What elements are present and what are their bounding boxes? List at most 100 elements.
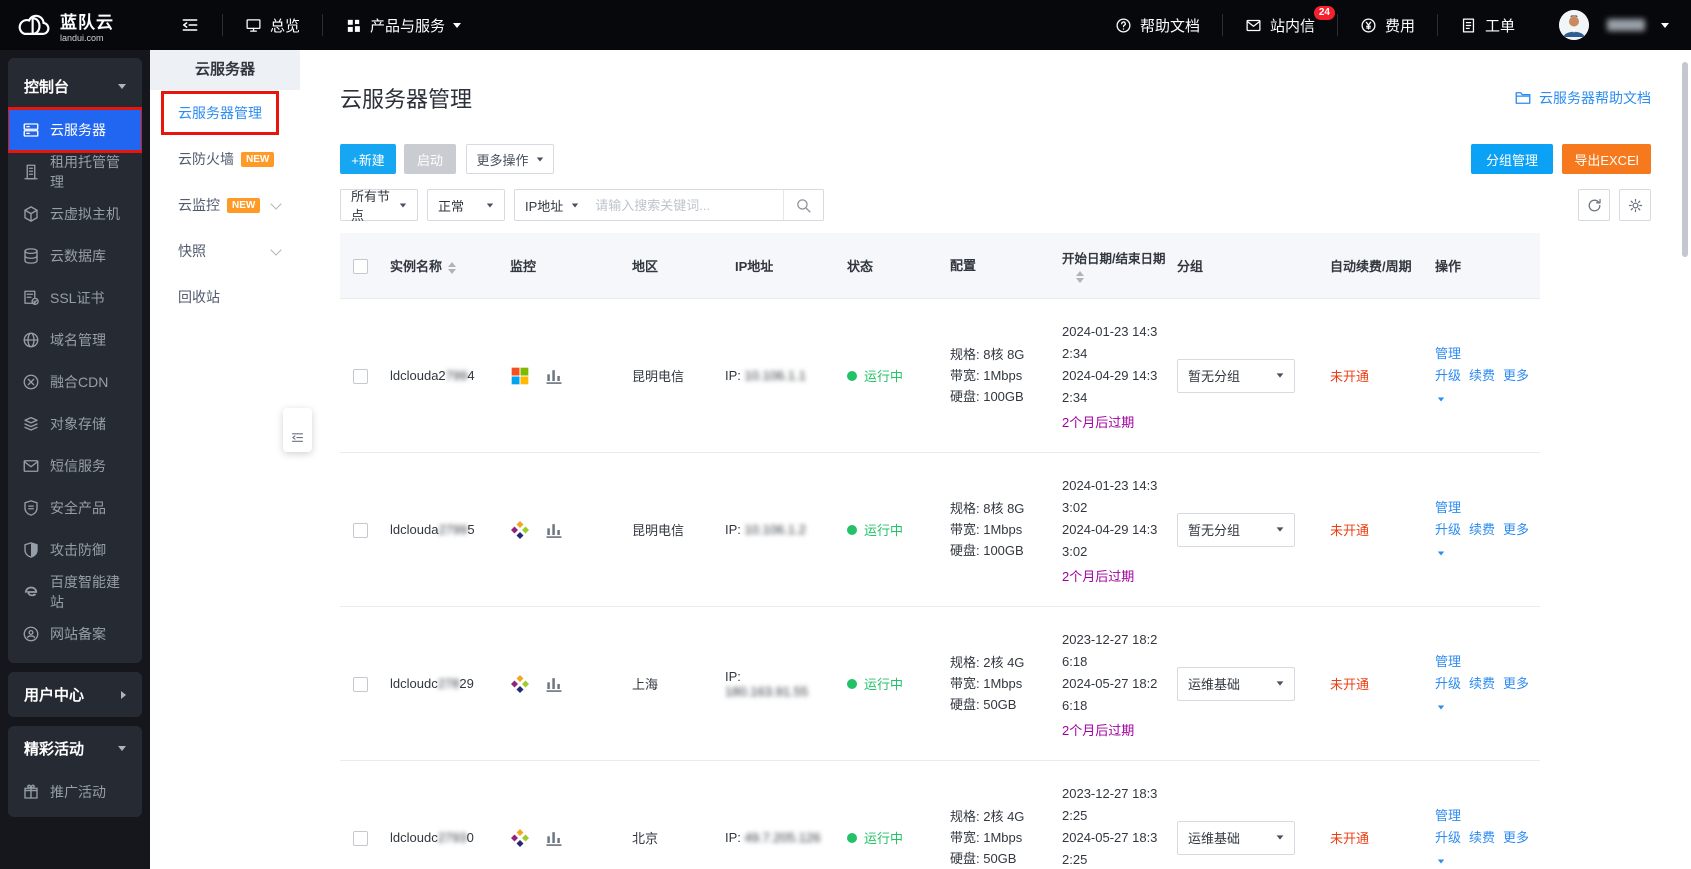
ip-address: IP: 10.106.1.2: [725, 522, 806, 537]
upgrade-link[interactable]: 升级: [1435, 522, 1461, 537]
nav-overview[interactable]: 总览: [223, 0, 322, 50]
expire-note: 2个月后过期: [1062, 722, 1135, 738]
brand-logo[interactable]: 蓝队云 landui.com: [16, 8, 158, 43]
manage-link[interactable]: 管理: [1435, 654, 1461, 669]
sidebar-activities-header[interactable]: 精彩活动: [8, 726, 142, 771]
row-checkbox[interactable]: [353, 368, 368, 384]
layers-icon: [22, 415, 40, 433]
sidebar-item-cube[interactable]: 云虚拟主机: [8, 193, 142, 235]
more-actions-button[interactable]: 更多操作: [466, 144, 554, 174]
sidebar-item-globe[interactable]: 域名管理: [8, 319, 142, 361]
refresh-button[interactable]: [1578, 189, 1610, 221]
user-menu[interactable]: [1537, 0, 1669, 50]
grid-icon: [345, 17, 362, 34]
mail-icon: [22, 457, 40, 475]
hosting-icon: [22, 163, 40, 181]
monitor-chart-icon[interactable]: [544, 674, 564, 694]
scrollbar-thumb[interactable]: [1682, 62, 1688, 257]
upgrade-link[interactable]: 升级: [1435, 368, 1461, 383]
sidebar-item-record[interactable]: 网站备案: [8, 613, 142, 655]
column-settings-button[interactable]: [1619, 189, 1651, 221]
sidebar-item-server[interactable]: 云服务器: [8, 107, 142, 153]
sort-date-icon[interactable]: [1076, 271, 1084, 283]
upgrade-link[interactable]: 升级: [1435, 830, 1461, 845]
renew-link[interactable]: 续费: [1469, 830, 1495, 845]
search-input[interactable]: [589, 191, 783, 219]
billing[interactable]: 费用: [1338, 0, 1437, 50]
sidebar-item-promotion[interactable]: 推广活动: [8, 771, 142, 813]
submenu-item-4[interactable]: 回收站: [150, 274, 300, 320]
row-checkbox[interactable]: [353, 830, 368, 846]
monitor-chart-icon[interactable]: [544, 366, 564, 386]
sidebar-console-header[interactable]: 控制台: [8, 62, 142, 109]
status-filter-select[interactable]: 正常: [427, 189, 505, 221]
renew-link[interactable]: 续费: [1469, 368, 1495, 383]
sidebar-item-user-center[interactable]: 用户中心: [8, 672, 142, 717]
avatar: [1559, 10, 1589, 40]
config: 规格: 8核 8G 带宽: 1Mbps 硬盘: 100GB: [950, 501, 1025, 558]
col-header-group: 分组: [1177, 259, 1204, 274]
sort-name-icon[interactable]: [448, 261, 457, 274]
start-button[interactable]: 启动: [404, 144, 456, 174]
search-type-select[interactable]: IP地址: [515, 196, 589, 215]
ip-address: IP: 10.106.1.1: [725, 368, 806, 383]
tickets-label: 工单: [1484, 17, 1515, 35]
submenu-item-label: 回收站: [178, 289, 220, 305]
sidebar-item-ssl[interactable]: SSL证书: [8, 277, 142, 319]
monitor-chart-icon[interactable]: [544, 828, 564, 848]
submenu-collapse-tab[interactable]: [283, 408, 312, 452]
group-select[interactable]: 运维基础: [1177, 666, 1295, 701]
col-header-name: 实例名称: [380, 256, 495, 275]
messages[interactable]: 站内信 24: [1223, 0, 1337, 50]
status-label: 运行中: [864, 677, 904, 692]
main-content: 云服务器管理 云服务器帮助文档 +新建 启动 更多操作 分组管理 导出EXCEl…: [300, 50, 1691, 869]
sidebar-item-shield-half[interactable]: 攻击防御: [8, 529, 142, 571]
sidebar-collapse-icon[interactable]: [180, 15, 200, 35]
select-all-checkbox[interactable]: [353, 258, 368, 274]
upgrade-link[interactable]: 升级: [1435, 676, 1461, 691]
group-select[interactable]: 运维基础: [1177, 820, 1295, 855]
node-filter-select[interactable]: 所有节点: [340, 189, 418, 223]
folder-icon: [1514, 89, 1532, 107]
cloud-console-app: 蓝队云 landui.com 总览 产品与服务 帮助文档 站内信 24 费用 工…: [0, 0, 1691, 869]
group-select[interactable]: 暂无分组: [1177, 358, 1295, 393]
manage-link[interactable]: 管理: [1435, 808, 1461, 823]
col-header-config: 配置: [950, 258, 977, 273]
tickets[interactable]: 工单: [1438, 0, 1537, 50]
create-button[interactable]: +新建: [340, 144, 396, 174]
sidebar-item-hosting[interactable]: 租用托管管理: [8, 151, 142, 193]
sidebar-item-database[interactable]: 云数据库: [8, 235, 142, 277]
manage-link[interactable]: 管理: [1435, 346, 1461, 361]
submenu-item-3[interactable]: 快照: [150, 228, 300, 274]
renew-link[interactable]: 续费: [1469, 676, 1495, 691]
submenu-item-0[interactable]: 云服务器管理: [150, 90, 300, 136]
sidebar-item-layers[interactable]: 对象存储: [8, 403, 142, 445]
sidebar-item-mail[interactable]: 短信服务: [8, 445, 142, 487]
help-link-label: 云服务器帮助文档: [1539, 90, 1651, 106]
yen-circle-icon: [1360, 17, 1377, 34]
promotion-label: 推广活动: [50, 784, 106, 800]
nav-products[interactable]: 产品与服务: [323, 0, 483, 50]
chevron-down-icon: [118, 84, 126, 89]
group-manage-button[interactable]: 分组管理: [1471, 144, 1553, 174]
brand-text: 蓝队云 landui.com: [60, 8, 114, 43]
sidebar-item-baidu-e[interactable]: 百度智能建站: [8, 571, 142, 613]
row-checkbox[interactable]: [353, 522, 368, 538]
sidebar-item-shield[interactable]: 安全产品: [8, 487, 142, 529]
monitor-chart-icon[interactable]: [544, 520, 564, 540]
server-help-doc-link[interactable]: 云服务器帮助文档: [1514, 88, 1651, 108]
help-docs[interactable]: 帮助文档: [1093, 0, 1222, 50]
search-button[interactable]: [783, 190, 823, 220]
group-select[interactable]: 暂无分组: [1177, 512, 1295, 547]
submenu-item-2[interactable]: 云监控 NEW: [150, 182, 300, 228]
manage-link[interactable]: 管理: [1435, 500, 1461, 515]
submenu-item-1[interactable]: 云防火墙 NEW: [150, 136, 300, 182]
renew-link[interactable]: 续费: [1469, 522, 1495, 537]
export-excel-button[interactable]: 导出EXCEl: [1562, 144, 1651, 174]
sidebar-item-cdn[interactable]: 融合CDN: [8, 361, 142, 403]
sidebar-products-panel: 控制台 云服务器 租用托管管理 云虚拟主机 云数据库 SSL证书 域名管理 融合CDN 对象存…: [8, 58, 142, 663]
row-checkbox[interactable]: [353, 676, 368, 692]
shield-icon: [22, 499, 40, 517]
sidebar-item-label: 对象存储: [50, 416, 106, 432]
chevron-down-icon: [270, 198, 282, 210]
